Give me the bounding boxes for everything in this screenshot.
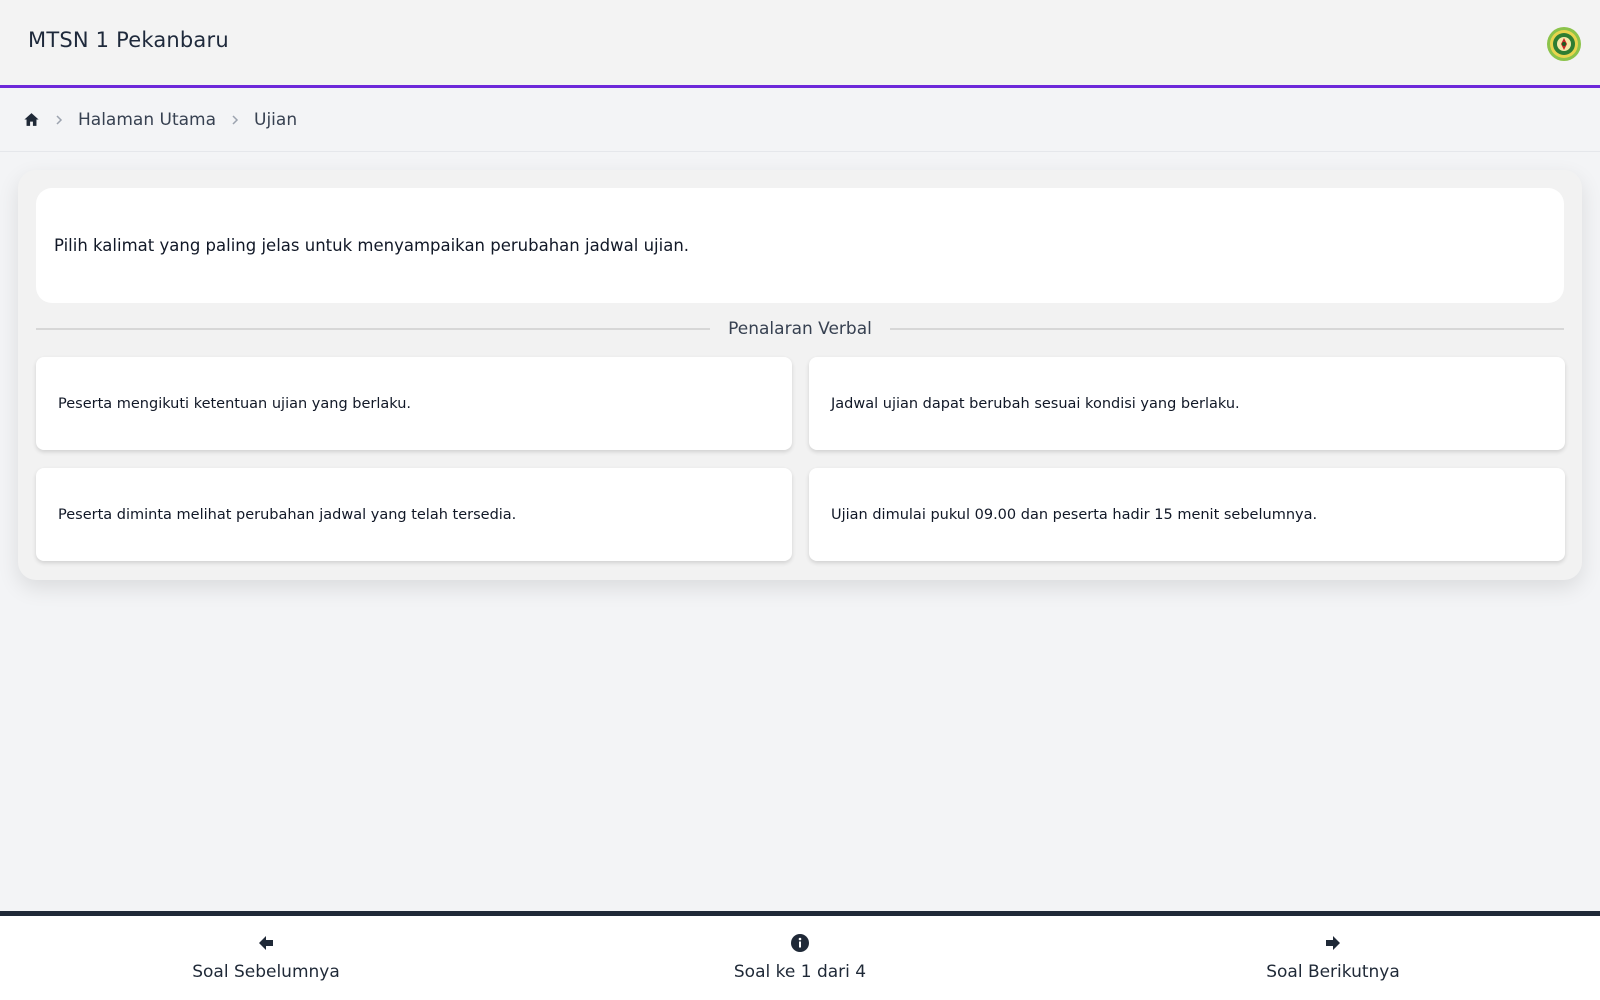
next-question-label: Soal Berikutnya (1266, 962, 1400, 982)
info-icon (791, 934, 809, 952)
previous-question-button[interactable]: Soal Sebelumnya (116, 916, 416, 1000)
chevron-right-icon (56, 114, 63, 125)
arrow-left-icon (259, 936, 273, 950)
top-header: MTSN 1 Pekanbaru (0, 0, 1600, 88)
question-counter-label: Soal ke 1 dari 4 (733, 962, 867, 982)
answer-option-1[interactable]: Peserta mengikuti ketentuan ujian yang b… (36, 357, 792, 450)
home-icon[interactable] (23, 111, 40, 128)
category-label: Penalaran Verbal (728, 319, 872, 339)
answer-option-4[interactable]: Ujian dimulai pukul 09.00 dan peserta ha… (809, 468, 1565, 561)
divider-line-right (889, 328, 1564, 330)
school-emblem-icon[interactable] (1546, 26, 1582, 62)
breadcrumb-item-halaman-utama[interactable]: Halaman Utama (78, 110, 216, 130)
answer-option-3[interactable]: Peserta diminta melihat perubahan jadwal… (36, 468, 792, 561)
question-text: Pilih kalimat yang paling jelas untuk me… (36, 188, 1564, 303)
chevron-right-icon (232, 114, 239, 125)
next-question-button[interactable]: Soal Berikutnya (1183, 916, 1483, 1000)
answer-option-2[interactable]: Jadwal ujian dapat berubah sesuai kondis… (809, 357, 1565, 450)
divider-line-left (36, 328, 711, 330)
breadcrumb: Halaman Utama Ujian (0, 88, 1600, 152)
question-card: Pilih kalimat yang paling jelas untuk me… (18, 170, 1582, 580)
previous-question-label: Soal Sebelumnya (192, 962, 340, 982)
breadcrumb-item-ujian: Ujian (254, 109, 298, 130)
category-divider: Penalaran Verbal (36, 318, 1564, 340)
arrow-right-icon (1326, 936, 1340, 950)
app-title: MTSN 1 Pekanbaru (28, 28, 229, 52)
bottom-navigation: Soal Sebelumnya Soal ke 1 dari 4 Soal Be… (0, 911, 1600, 1000)
question-counter[interactable]: Soal ke 1 dari 4 (650, 916, 950, 1000)
